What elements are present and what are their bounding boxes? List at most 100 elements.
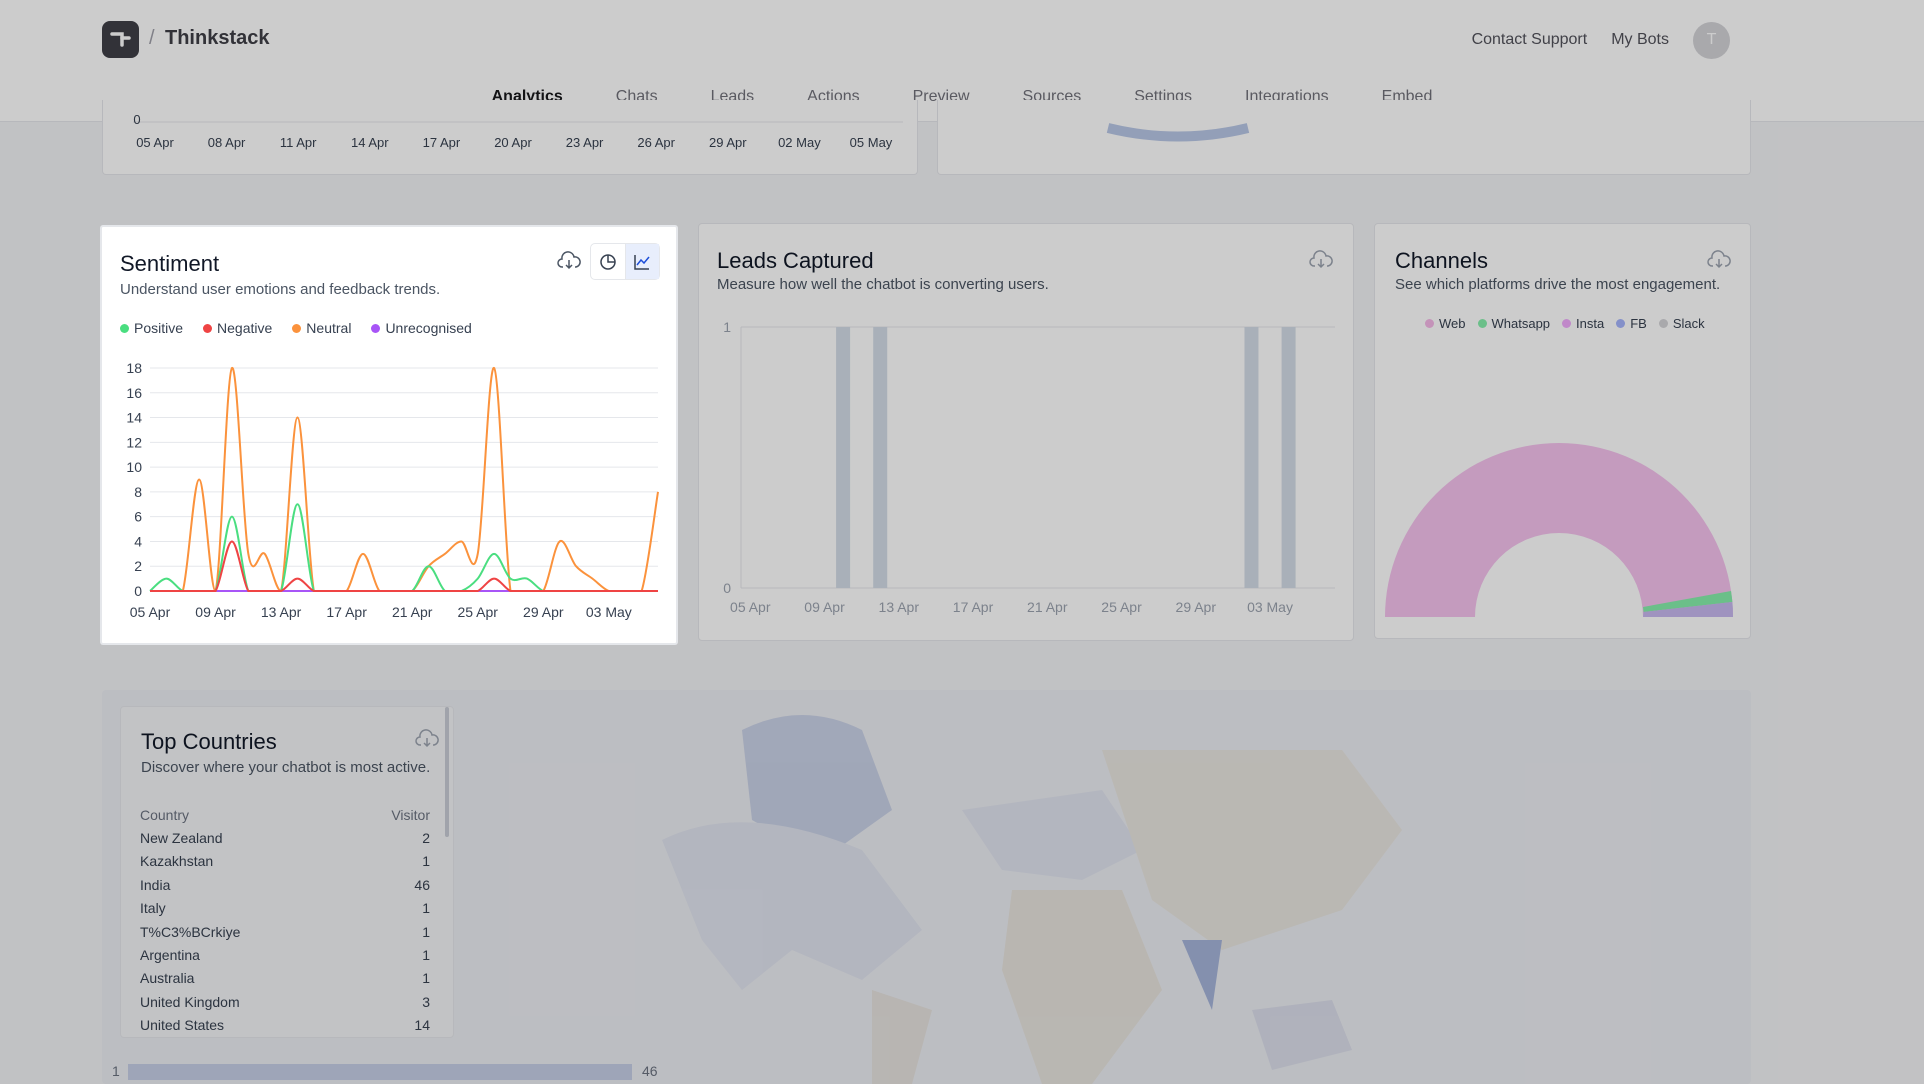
lead-bar [873, 327, 888, 588]
sentiment-card: Sentiment Understand user emotions and f… [101, 226, 677, 644]
cloud-download-icon [415, 729, 439, 748]
visitor-count: 1 [422, 947, 430, 964]
x-tick-label: 26 Apr [637, 135, 675, 150]
logo-icon [109, 31, 131, 47]
my-bots-link[interactable]: My Bots [1611, 31, 1669, 49]
x-tick-label: 05 Apr [130, 604, 171, 620]
y-tick-label: 1 [723, 319, 731, 335]
y-tick-label: 2 [134, 558, 142, 574]
asia-shape [1102, 750, 1402, 950]
country-name: Australia [140, 970, 195, 987]
lead-bar [1244, 327, 1259, 588]
country-name: India [140, 876, 171, 893]
x-tick-label: 05 Apr [136, 135, 174, 150]
visitor-count: 1 [422, 923, 430, 940]
sentiment-line-chart: 0 2 4 6 8 10 12 14 16 18 05 Apr 09 Apr 13 Apr 17 Apr 2… [126, 360, 659, 620]
column-header-country: Country [140, 806, 190, 823]
x-tick-label: 25 Apr [457, 604, 498, 620]
x-tick-label: 17 Apr [326, 604, 367, 620]
y-tick-label: 0 [133, 112, 140, 127]
australia-shape [1252, 1000, 1352, 1070]
y-tick-label: 10 [126, 459, 142, 475]
leads-captured-card: Leads Captured Measure how well the chat… [698, 223, 1354, 641]
country-name: New Zealand [140, 830, 223, 847]
channels-card: Channels See which platforms drive the m… [1374, 223, 1751, 639]
visitor-count: 2 [422, 830, 430, 847]
x-axis: 05 Apr 08 Apr 11 Apr 14 Apr 17 Apr 20 Apr 23 A… [136, 135, 893, 150]
column-header-visitor: Visitor [391, 806, 430, 823]
table-row[interactable]: Australia 1 [140, 967, 430, 990]
country-name: Italy [140, 900, 166, 917]
x-tick-label: 05 Apr [730, 599, 771, 615]
x-tick-label: 11 Apr [280, 135, 317, 150]
x-tick-label: 29 Apr [1176, 599, 1217, 615]
avatar[interactable]: T [1693, 21, 1730, 59]
table-row[interactable]: New Zealand 2 [140, 826, 430, 849]
y-tick-label: 8 [134, 484, 142, 500]
country-name: Kazakhstan [140, 853, 214, 870]
table-header: Country Visitor [140, 803, 430, 826]
table-row[interactable]: United States 14 [140, 1014, 430, 1037]
countries-title: Top Countries [141, 729, 277, 754]
x-tick-label: 29 Apr [709, 135, 747, 150]
visitor-count: 46 [414, 876, 430, 893]
x-tick-label: 02 May [778, 135, 821, 150]
table-row[interactable]: India 46 [140, 873, 430, 896]
visitor-count: 14 [414, 1017, 430, 1034]
conversations-card: 0 05 Apr 08 Apr 11 Apr 14 Apr 17 Apr 20 Apr 23… [102, 100, 918, 175]
y-tick-label: 18 [126, 360, 142, 376]
chart-card-top-right [937, 100, 1751, 175]
x-tick-label: 13 Apr [879, 599, 920, 615]
x-tick-label: 09 Apr [804, 599, 845, 615]
africa-shape [1002, 890, 1162, 1084]
lead-bar [1281, 327, 1296, 588]
visitor-count: 1 [422, 970, 430, 987]
brand-name[interactable]: Thinkstack [165, 27, 269, 50]
country-name: United States [140, 1017, 225, 1034]
x-tick-label: 23 Apr [566, 135, 604, 150]
table-row[interactable]: Argentina 1 [140, 943, 430, 966]
country-name: United Kingdom [140, 993, 240, 1010]
south-america-shape [872, 990, 932, 1084]
leads-bar-chart: 0 1 05 Apr 09 Apr 13 Apr 17 Apr 21 Apr 25 Apr 29… [723, 319, 1335, 615]
conversations-chart: 0 05 Apr 08 Apr 11 Apr 14 Apr 17 Apr 20 Apr 23… [133, 112, 903, 150]
gauge-remnant [1106, 123, 1250, 142]
y-tick-label: 0 [723, 580, 731, 596]
x-tick-label: 09 Apr [195, 604, 236, 620]
x-tick-label: 03 May [1247, 599, 1293, 615]
europe-shape [962, 790, 1142, 880]
table-row[interactable]: T%C3%BCrkiye 1 [140, 920, 430, 943]
panel-scrollbar[interactable] [445, 707, 449, 837]
country-name: T%C3%BCrkiye [140, 923, 241, 940]
scale-min-label: 1 [112, 1063, 120, 1079]
country-name: Argentina [140, 947, 200, 964]
table-row[interactable]: Kazakhstan 1 [140, 850, 430, 873]
visitor-count: 1 [422, 900, 430, 917]
web-segment[interactable] [1385, 443, 1733, 617]
thinkstack-logo[interactable] [102, 21, 139, 58]
channels-donut-chart [1385, 443, 1734, 617]
lead-bar [836, 327, 851, 588]
india-shape [1182, 940, 1222, 1010]
x-tick-label: 25 Apr [1101, 599, 1142, 615]
x-tick-label: 05 May [850, 135, 893, 150]
table-row[interactable]: United Kingdom 3 [140, 990, 430, 1013]
series-line-positive [149, 503, 659, 592]
contact-support-link[interactable]: Contact Support [1472, 31, 1588, 49]
x-tick-label: 13 Apr [261, 604, 302, 620]
x-tick-label: 17 Apr [953, 599, 994, 615]
countries-download-button[interactable] [413, 727, 441, 751]
y-tick-label: 6 [134, 509, 142, 525]
x-tick-label: 29 Apr [523, 604, 564, 620]
visitor-count: 1 [422, 853, 430, 870]
scale-max-label: 46 [642, 1063, 658, 1079]
x-tick-label: 08 Apr [208, 135, 246, 150]
y-tick-label: 14 [126, 410, 142, 426]
table-row[interactable]: Italy 1 [140, 897, 430, 920]
visitor-count: 3 [422, 993, 430, 1010]
gauge-arc [1106, 123, 1250, 142]
x-tick-label: 21 Apr [1027, 599, 1068, 615]
countries-table: Country Visitor New Zealand 2 Kazakhstan 1… [140, 803, 430, 1037]
x-tick-label: 17 Apr [423, 135, 461, 150]
x-tick-label: 20 Apr [494, 135, 532, 150]
